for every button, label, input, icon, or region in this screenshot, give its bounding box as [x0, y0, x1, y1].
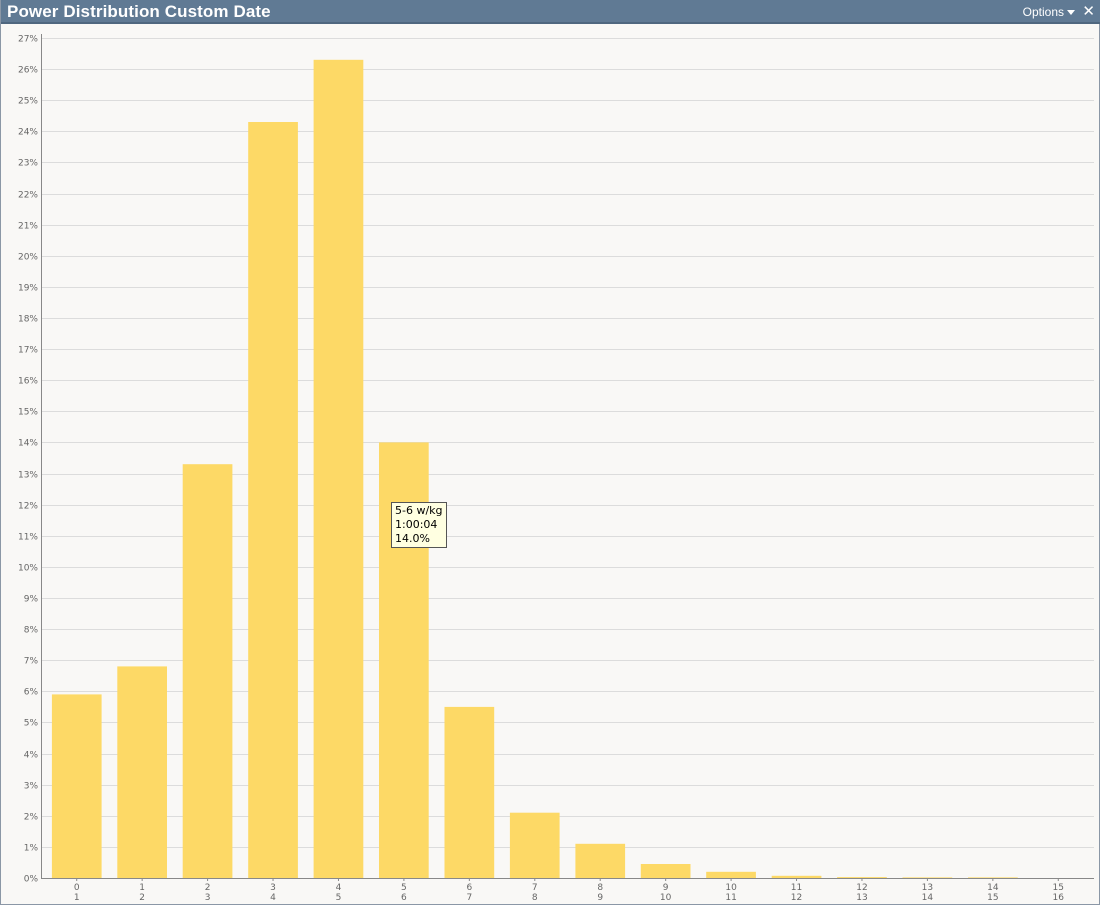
x-tick-label: 14 — [987, 883, 999, 893]
close-icon[interactable]: ✕ — [1082, 2, 1095, 20]
x-tick-label: 16 — [1053, 893, 1065, 903]
x-tick-label: 6 — [401, 893, 407, 903]
y-tick-label: 2% — [24, 813, 39, 823]
x-tick-label: 15 — [1053, 883, 1064, 893]
title-bar: Power Distribution Custom Date Options ✕ — [1, 0, 1100, 24]
x-tick-label: 6 — [466, 883, 472, 893]
x-tick-label: 4 — [270, 893, 276, 903]
y-tick-label: 27% — [18, 35, 38, 45]
x-tick-label: 11 — [725, 893, 736, 903]
y-tick-label: 24% — [18, 128, 38, 138]
caret-down-icon — [1067, 10, 1075, 15]
y-tick-label: 23% — [18, 159, 38, 169]
y-tick-label: 1% — [24, 844, 39, 854]
bar — [509, 812, 560, 878]
x-tick-label: 8 — [597, 883, 603, 893]
tooltip-percent: 14.0% — [395, 532, 430, 545]
x-tick-label: 13 — [856, 893, 867, 903]
x-tick-label: 0 — [74, 883, 80, 893]
bar — [117, 666, 167, 878]
x-tick-label: 5 — [401, 883, 407, 893]
x-tick-label: 10 — [660, 893, 672, 903]
bar — [837, 877, 887, 878]
x-tick-label: 9 — [597, 893, 603, 903]
y-tick-label: 20% — [18, 253, 38, 263]
x-tick-label: 1 — [74, 893, 80, 903]
y-tick-label: 6% — [24, 688, 39, 698]
bar — [575, 843, 626, 878]
y-tick-label: 0% — [24, 875, 39, 885]
x-tick-label: 12 — [791, 893, 802, 903]
y-tick-label: 26% — [18, 66, 38, 76]
x-tick-label: 3 — [270, 883, 276, 893]
bar — [640, 864, 691, 878]
bar-chart: 0%1%2%3%4%5%6%7%8%9%10%11%12%13%14%15%16… — [18, 34, 1094, 903]
x-tick-label: 4 — [336, 883, 342, 893]
options-menu-button[interactable]: Options — [1023, 5, 1075, 19]
x-tick-label: 1 — [139, 883, 145, 893]
panel-title: Power Distribution Custom Date — [7, 2, 271, 21]
x-tick-label: 7 — [532, 883, 538, 893]
y-tick-label: 19% — [18, 284, 38, 294]
x-tick-label: 9 — [663, 883, 669, 893]
y-tick-label: 14% — [18, 439, 38, 449]
tooltip-range: 5-6 w/kg — [395, 504, 443, 517]
y-tick-label: 4% — [24, 751, 39, 761]
bar — [968, 877, 1018, 878]
x-tick-label: 7 — [466, 893, 472, 903]
bar-tooltip: 5-6 w/kg 1:00:04 14.0% — [391, 502, 447, 548]
y-tick-label: 10% — [18, 564, 38, 574]
x-tick-label: 15 — [987, 893, 998, 903]
y-tick-label: 17% — [18, 346, 38, 356]
bar — [313, 59, 364, 879]
bar — [902, 877, 953, 878]
x-tick-label: 2 — [205, 883, 211, 893]
options-label: Options — [1022, 5, 1064, 19]
tooltip-duration: 1:00:04 — [395, 518, 438, 531]
y-tick-label: 18% — [18, 315, 38, 325]
x-tick-label: 3 — [205, 893, 211, 903]
y-tick-label: 25% — [18, 97, 38, 107]
y-tick-label: 16% — [18, 377, 38, 387]
x-tick-label: 5 — [336, 893, 342, 903]
bar — [182, 464, 233, 878]
x-tick-label: 2 — [139, 893, 145, 903]
y-tick-label: 11% — [18, 533, 38, 543]
x-tick-label: 8 — [532, 893, 538, 903]
bar — [51, 694, 102, 878]
bar — [444, 706, 495, 878]
x-tick-label: 13 — [922, 883, 933, 893]
x-tick-label: 11 — [791, 883, 802, 893]
y-tick-label: 22% — [18, 191, 38, 201]
bar — [771, 875, 822, 878]
y-tick-label: 9% — [24, 595, 39, 605]
x-tick-label: 12 — [856, 883, 867, 893]
bar — [248, 122, 298, 878]
y-tick-label: 12% — [18, 502, 38, 512]
bar — [706, 871, 756, 878]
x-tick-label: 14 — [922, 893, 934, 903]
y-tick-label: 13% — [18, 471, 38, 481]
y-tick-label: 3% — [24, 782, 39, 792]
x-tick-label: 10 — [725, 883, 737, 893]
y-tick-label: 15% — [18, 408, 38, 418]
y-tick-label: 21% — [18, 222, 38, 232]
y-tick-label: 8% — [24, 626, 39, 636]
power-distribution-panel: Power Distribution Custom Date Options ✕… — [0, 0, 1100, 905]
y-tick-label: 7% — [24, 657, 39, 667]
y-tick-label: 5% — [24, 719, 39, 729]
